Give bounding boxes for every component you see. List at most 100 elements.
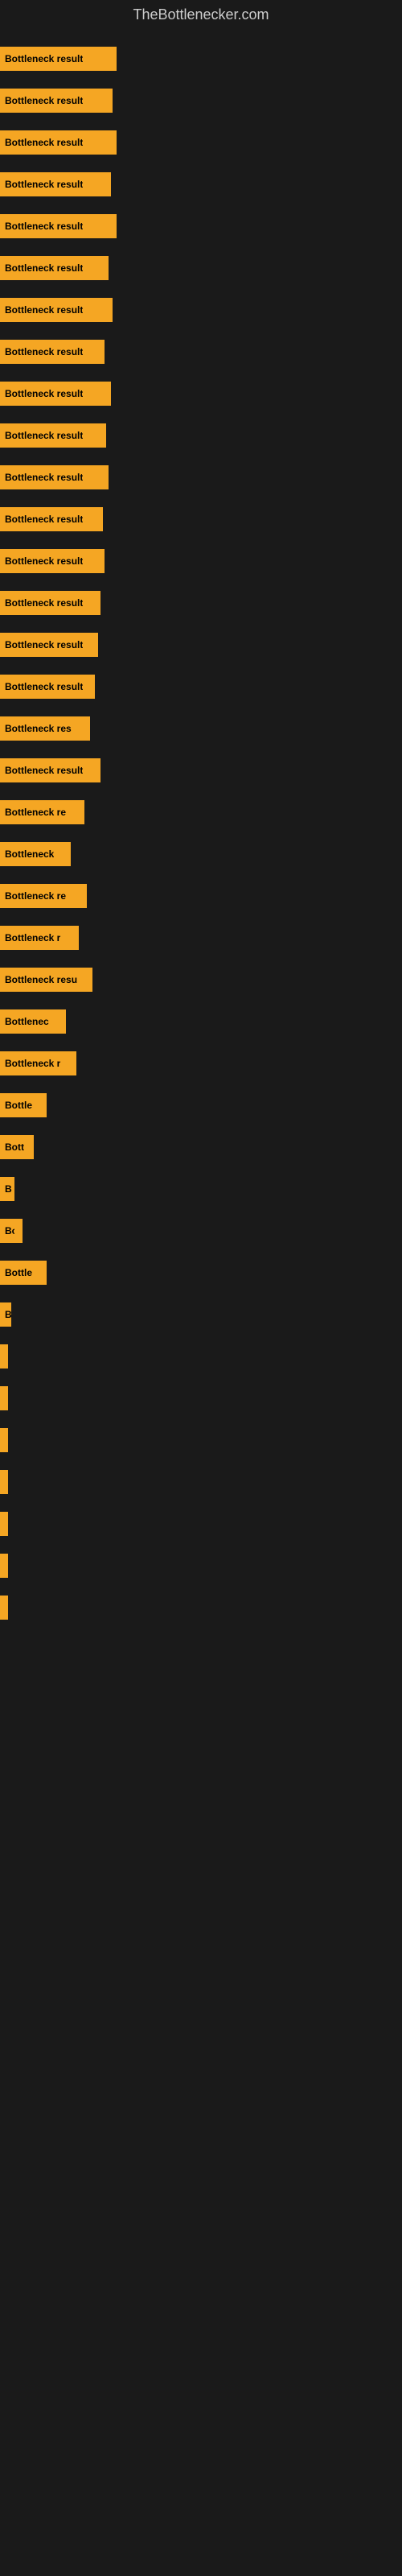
bar-label: Bottleneck r [5, 932, 60, 943]
bar[interactable]: Bottleneck re [0, 800, 84, 824]
bar-label: B [5, 1183, 12, 1195]
bar[interactable]: Bottleneck result [0, 633, 98, 657]
bar[interactable]: Bottleneck result [0, 591, 100, 615]
bar-row: Bottleneck result [0, 331, 402, 373]
bar-row: Bottleneck result [0, 122, 402, 163]
bar-label: Bottleneck result [5, 765, 83, 776]
bar-label: Bott [5, 1141, 24, 1153]
bar-label: Bottleneck result [5, 221, 83, 232]
bar-row: Bottleneck result [0, 163, 402, 205]
bar-row: Bottleneck result [0, 373, 402, 415]
bar[interactable]: Bo [0, 1219, 23, 1243]
bar-row: Bottleneck result [0, 498, 402, 540]
bar-row: Bottleneck resu [0, 959, 402, 1001]
bar[interactable]: Bottleneck result [0, 47, 117, 71]
bar-label: Bottleneck result [5, 514, 83, 525]
bar-row: Bottleneck result [0, 247, 402, 289]
bar-row: Bottleneck result [0, 582, 402, 624]
bar-label: Bottleneck re [5, 807, 66, 818]
bar-label: Bottleneck r [5, 1058, 60, 1069]
bar[interactable]: Bott [0, 1135, 34, 1159]
bar-row: Bottleneck result [0, 205, 402, 247]
bar-row: Bottleneck result [0, 415, 402, 456]
bar-label: Bottleneck result [5, 53, 83, 64]
bar-row: Bottlenec [0, 1001, 402, 1042]
bar[interactable]: Bottleneck r [0, 926, 79, 950]
bar-row: B [0, 1294, 402, 1335]
bar-label: Bottleneck re [5, 890, 66, 902]
bar[interactable]: Bottleneck result [0, 130, 117, 155]
bar-row: Bottleneck r [0, 917, 402, 959]
bar-label: Bottleneck result [5, 95, 83, 106]
bar[interactable]: B [0, 1302, 11, 1327]
bar[interactable]: Bottleneck result [0, 423, 106, 448]
bar[interactable]: Bottleneck res [0, 716, 90, 741]
bar[interactable] [0, 1386, 8, 1410]
bar-row: Bottleneck re [0, 791, 402, 833]
bar-label: Bottleneck result [5, 262, 83, 274]
bar-label: Bottleneck result [5, 137, 83, 148]
bar[interactable] [0, 1428, 8, 1452]
bar-label: Bottleneck resu [5, 974, 77, 985]
bar[interactable]: B [0, 1177, 14, 1201]
bar[interactable] [0, 1344, 8, 1368]
bar-row: Bottleneck re [0, 875, 402, 917]
bar-row: Bottleneck result [0, 80, 402, 122]
bar-label: Bottleneck result [5, 597, 83, 609]
bar[interactable] [0, 1470, 8, 1494]
bar-row [0, 1545, 402, 1587]
bar-label: Bottleneck result [5, 430, 83, 441]
bar-row: Bottle [0, 1252, 402, 1294]
bar-label: Bottle [5, 1100, 32, 1111]
bar-label: Bottleneck result [5, 179, 83, 190]
bar[interactable]: Bottleneck result [0, 172, 111, 196]
bar[interactable]: Bottleneck r [0, 1051, 76, 1075]
bar-row: Bottleneck r [0, 1042, 402, 1084]
bar[interactable]: Bottleneck result [0, 465, 109, 489]
bar[interactable]: Bottle [0, 1093, 47, 1117]
bar[interactable] [0, 1596, 8, 1620]
bar-label: Bottleneck result [5, 472, 83, 483]
bar-row: Bott [0, 1126, 402, 1168]
bar[interactable]: Bottleneck result [0, 675, 95, 699]
site-title: TheBottlenecker.com [0, 0, 402, 30]
bar-label: Bottleneck res [5, 723, 72, 734]
bar-row [0, 1419, 402, 1461]
bar-label: Bottleneck result [5, 639, 83, 650]
bar[interactable]: Bottlenec [0, 1009, 66, 1034]
bar[interactable]: Bottleneck result [0, 89, 113, 113]
bar-label: Bottleneck result [5, 388, 83, 399]
bar[interactable]: Bottle [0, 1261, 47, 1285]
bar-row: Bottleneck result [0, 624, 402, 666]
bar[interactable]: Bottleneck resu [0, 968, 92, 992]
bar[interactable] [0, 1512, 8, 1536]
bar-row: Bottle [0, 1084, 402, 1126]
bar-label: Bottleneck result [5, 304, 83, 316]
bar[interactable]: Bottleneck result [0, 507, 103, 531]
bar-label: Bottle [5, 1267, 32, 1278]
bar[interactable]: Bottleneck result [0, 382, 111, 406]
bar[interactable]: Bottleneck result [0, 549, 105, 573]
bar-row: Bottleneck result [0, 456, 402, 498]
bar[interactable]: Bottleneck result [0, 256, 109, 280]
bottom-space [0, 1637, 402, 2120]
bar[interactable]: Bottleneck [0, 842, 71, 866]
bar-label: Bottleneck result [5, 346, 83, 357]
bar-label: Bottleneck result [5, 555, 83, 567]
bar-row: Bo [0, 1210, 402, 1252]
bar-row: Bottleneck result [0, 38, 402, 80]
bar-label: Bottlenec [5, 1016, 49, 1027]
bar-row: Bottleneck res [0, 708, 402, 749]
bar-label: B [5, 1309, 11, 1320]
bar[interactable]: Bottleneck result [0, 214, 117, 238]
bar[interactable]: Bottleneck result [0, 758, 100, 782]
bar-label: Bo [5, 1225, 14, 1236]
bar-row [0, 1461, 402, 1503]
bar-row: Bottleneck result [0, 666, 402, 708]
bar-row [0, 1587, 402, 1629]
bar[interactable]: Bottleneck result [0, 340, 105, 364]
bar[interactable]: Bottleneck result [0, 298, 113, 322]
bar[interactable]: Bottleneck re [0, 884, 87, 908]
bar[interactable] [0, 1554, 8, 1578]
bar-row: Bottleneck result [0, 289, 402, 331]
